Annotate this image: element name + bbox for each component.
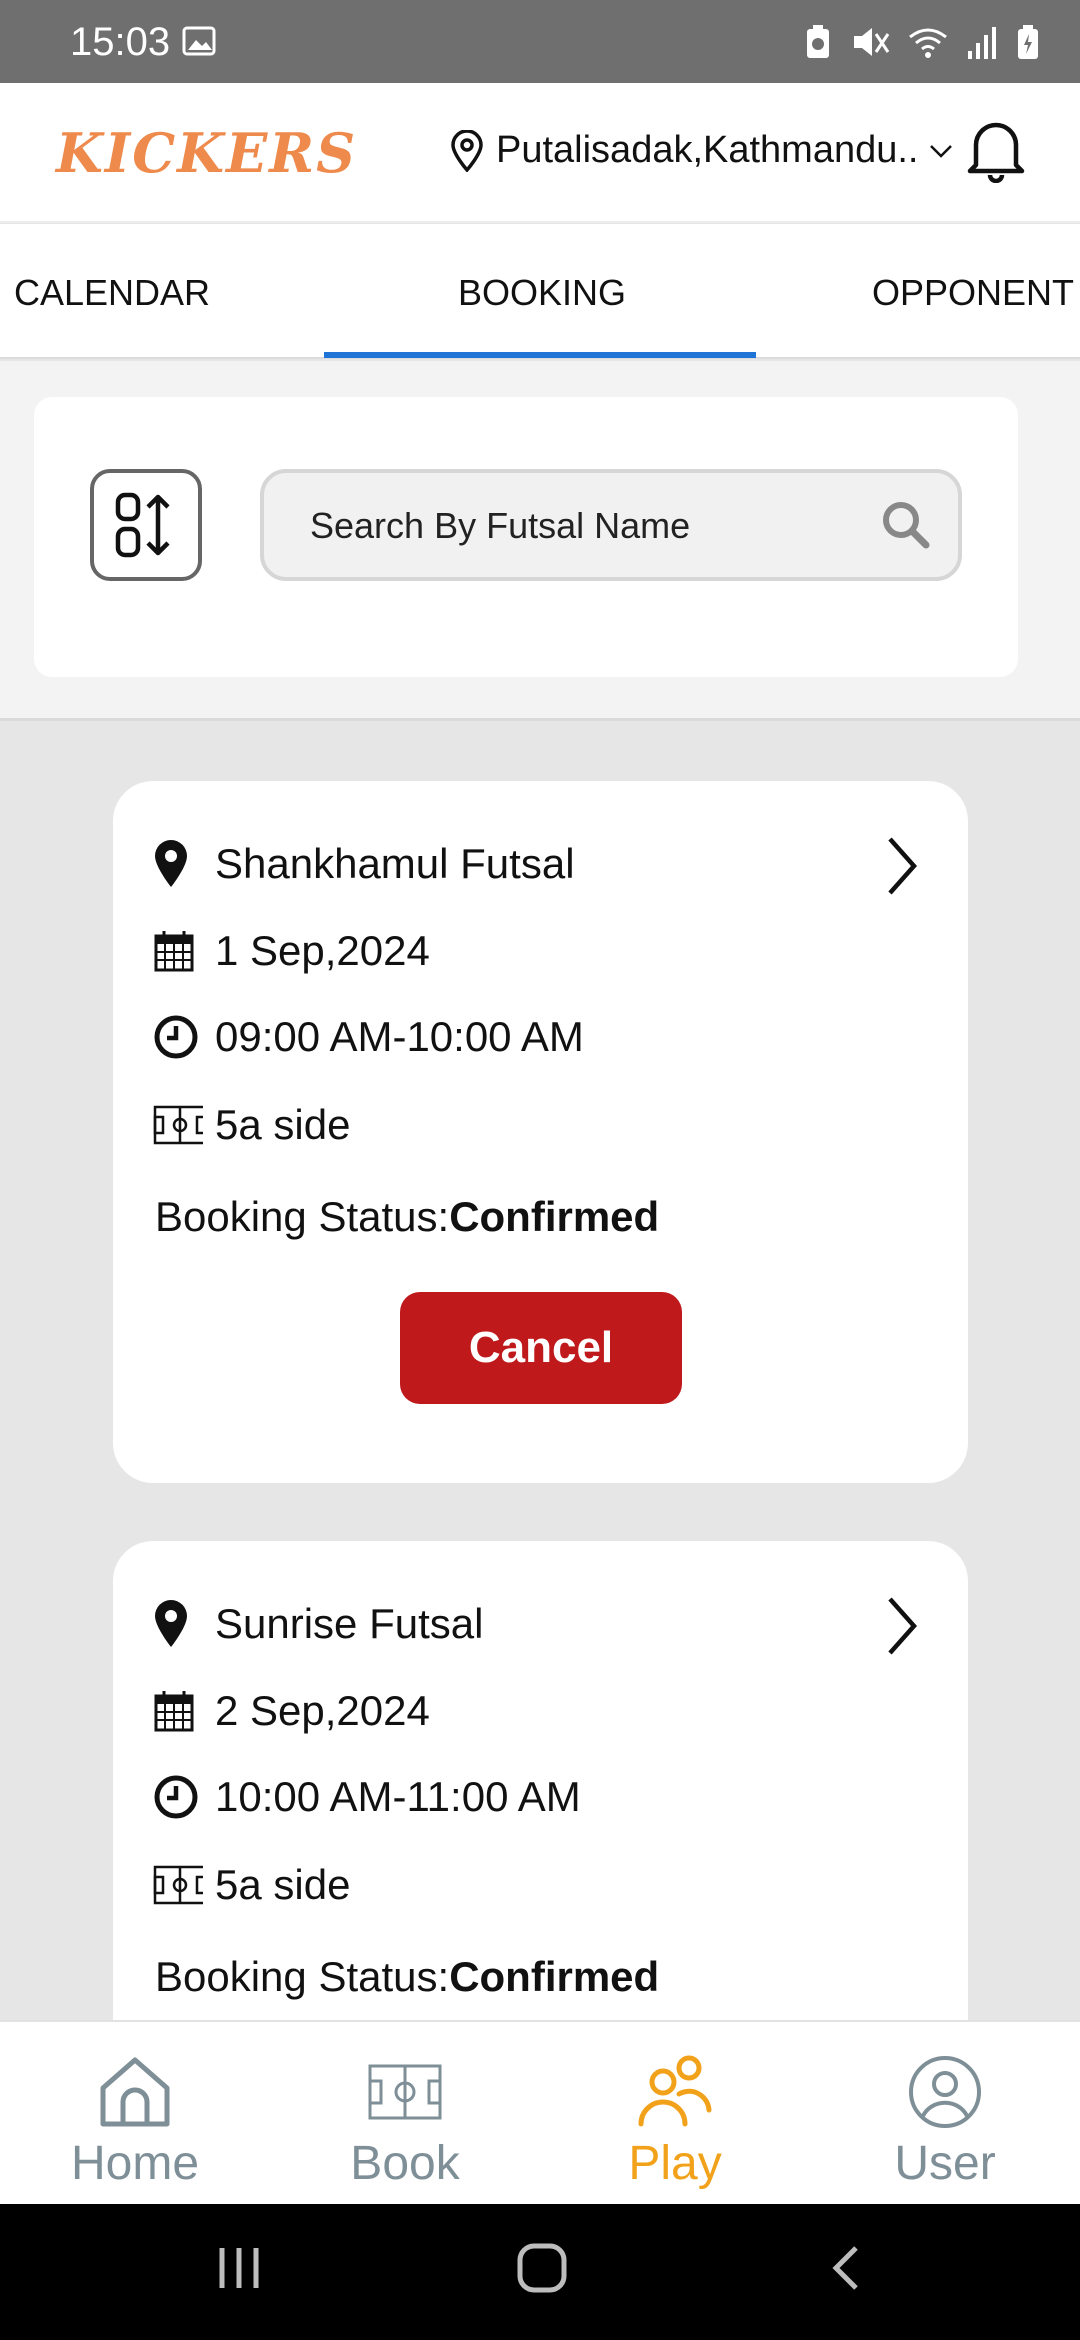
battery-icon: [1018, 25, 1038, 59]
nav-book-label: Book: [350, 2137, 460, 2190]
search-placeholder: Search By Futsal Name: [310, 505, 691, 546]
time-row: 10:00 AM-11:00 AM: [153, 1773, 581, 1821]
mute-icon: [854, 28, 890, 56]
nav-book[interactable]: Book: [305, 2052, 505, 2191]
sort-icon: [115, 492, 170, 558]
user-icon: [909, 2056, 981, 2128]
system-navigation-bar: [0, 2204, 1080, 2340]
app-screen: 15:03 KICKERS Putalisadak,Kathmandu.. CA…: [0, 0, 1080, 2340]
nav-home-label: Home: [70, 2137, 200, 2190]
type-row: 5a side: [153, 1101, 350, 1149]
signal-icon: [968, 27, 996, 59]
date-row: 1 Sep,2024: [153, 927, 430, 975]
home-icon: [100, 2057, 170, 2127]
recent-apps-icon[interactable]: [214, 2240, 264, 2296]
booking-time: 09:00 AM-10:00 AM: [215, 1013, 584, 1060]
booking-time: 10:00 AM-11:00 AM: [215, 1773, 581, 1820]
top-tabs: CALENDAR BOOKING OPPONENT: [0, 224, 1080, 359]
gallery-notification-icon: [182, 26, 216, 56]
tab-booking[interactable]: BOOKING: [458, 272, 626, 314]
app-header: KICKERS Putalisadak,Kathmandu..: [0, 83, 1080, 223]
active-tab-indicator: [324, 352, 756, 358]
cancel-button[interactable]: Cancel: [400, 1292, 682, 1404]
nav-home[interactable]: Home: [35, 2052, 235, 2191]
booking-status: Booking Status:Confirmed: [155, 1193, 659, 1241]
tab-calendar[interactable]: CALENDAR: [14, 272, 210, 314]
booking-status-value: Confirmed: [449, 1953, 660, 2000]
calendar-icon: [154, 1691, 194, 1732]
notification-bell-icon[interactable]: [964, 117, 1028, 183]
pitch-icon: [153, 1865, 203, 1905]
venue-row: Shankhamul Futsal: [153, 839, 575, 889]
pitch-icon: [368, 2064, 442, 2120]
location-text: Putalisadak,Kathmandu..: [496, 129, 919, 171]
home-button-icon[interactable]: [514, 2240, 570, 2296]
booking-type: 5a side: [215, 1101, 351, 1148]
nav-user[interactable]: User: [845, 2052, 1045, 2191]
calendar-icon: [154, 931, 194, 972]
time-row: 09:00 AM-10:00 AM: [153, 1013, 584, 1061]
venue-row: Sunrise Futsal: [153, 1599, 483, 1649]
location-pin-icon: [155, 840, 187, 887]
date-row: 2 Sep,2024: [153, 1687, 430, 1735]
venue-name: Shankhamul Futsal: [215, 840, 575, 887]
status-bar: 15:03: [0, 0, 1080, 83]
pitch-icon: [153, 1105, 203, 1145]
battery-saver-icon: [807, 25, 829, 58]
search-icon[interactable]: [880, 499, 932, 551]
back-icon[interactable]: [826, 2240, 866, 2296]
wifi-icon: [909, 28, 947, 58]
location-pin-icon: [451, 129, 483, 172]
chevron-down-icon: [929, 144, 952, 158]
clock-icon: [154, 1015, 198, 1059]
booking-status-label: Booking Status:: [155, 1953, 450, 2000]
location-selector[interactable]: Putalisadak,Kathmandu..: [448, 129, 953, 172]
location-pin-icon: [155, 1600, 187, 1647]
booking-status-label: Booking Status:: [155, 1193, 450, 1240]
nav-play-label: Play: [628, 2137, 722, 2190]
booking-type: 5a side: [215, 1861, 351, 1908]
tab-opponent[interactable]: OPPONENT: [872, 272, 1074, 314]
bottom-navigation: Home Book Play User: [0, 2020, 1080, 2204]
type-row: 5a side: [153, 1861, 350, 1909]
status-icons: [804, 22, 1040, 62]
venue-name: Sunrise Futsal: [215, 1600, 484, 1647]
status-time: 15:03: [70, 20, 171, 64]
nav-user-label: User: [894, 2137, 996, 2190]
booking-card[interactable]: Sunrise Futsal 2 Sep,2024 10:00 AM-11:00…: [113, 1541, 968, 2061]
booking-date: 2 Sep,2024: [215, 1687, 430, 1734]
sort-button[interactable]: [90, 469, 202, 581]
booking-card[interactable]: Shankhamul Futsal 1 Sep,2024 09:00 AM-10…: [113, 781, 968, 1483]
nav-play[interactable]: Play: [575, 2052, 775, 2191]
clock-icon: [154, 1775, 198, 1819]
chevron-right-icon[interactable]: [884, 1595, 920, 1657]
booking-status-value: Confirmed: [449, 1193, 660, 1240]
search-input[interactable]: Search By Futsal Name: [260, 469, 962, 581]
booking-status: Booking Status:Confirmed: [155, 1953, 659, 2001]
players-icon: [638, 2055, 712, 2127]
chevron-right-icon[interactable]: [884, 835, 920, 897]
search-section: Search By Futsal Name: [0, 361, 1080, 721]
booking-date: 1 Sep,2024: [215, 927, 430, 974]
app-logo: KICKERS: [56, 121, 358, 185]
search-card: Search By Futsal Name: [34, 397, 1018, 677]
